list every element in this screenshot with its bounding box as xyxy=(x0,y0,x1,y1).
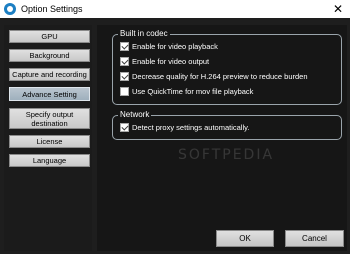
h264-preview-label: Decrease quality for H.264 preview to re… xyxy=(132,72,308,81)
ok-button[interactable]: OK xyxy=(216,230,274,247)
codec-group-title: Built in codec xyxy=(118,29,170,38)
network-group-title: Network xyxy=(118,110,152,119)
sidebar-item-license[interactable]: License xyxy=(9,135,90,148)
quicktime-checkbox[interactable] xyxy=(120,87,129,96)
quicktime-option[interactable]: Use QuickTime for mov file playback xyxy=(120,86,253,97)
title-bar: Option Settings ✕ xyxy=(0,0,350,18)
window-title: Option Settings xyxy=(21,4,83,14)
settings-panel: Built in codec Enable for video playback… xyxy=(97,25,347,251)
h264-preview-checkbox[interactable] xyxy=(120,72,129,81)
proxy-option[interactable]: Detect proxy settings automatically. xyxy=(120,122,249,133)
video-playback-checkbox[interactable] xyxy=(120,42,129,51)
watermark: SOFTPEDIA xyxy=(178,147,275,163)
sidebar-item-background[interactable]: Background xyxy=(9,49,90,62)
network-group: Network Detect proxy settings automatica… xyxy=(112,110,342,140)
quicktime-label: Use QuickTime for mov file playback xyxy=(132,87,254,96)
video-output-checkbox[interactable] xyxy=(120,57,129,66)
sidebar-item-capture-and-recording[interactable]: Capture and recording xyxy=(9,68,90,81)
video-output-label: Enable for video output xyxy=(132,57,210,66)
sidebar-item-output-destination[interactable]: Specify output destination xyxy=(9,108,90,129)
sidebar: GPU Background Capture and recording Adv… xyxy=(4,25,92,251)
h264-preview-option[interactable]: Decrease quality for H.264 preview to re… xyxy=(120,71,308,82)
cancel-button[interactable]: Cancel xyxy=(285,230,344,247)
codec-group: Built in codec Enable for video playback… xyxy=(112,29,342,105)
app-icon xyxy=(4,3,16,15)
proxy-checkbox[interactable] xyxy=(120,123,129,132)
video-playback-option[interactable]: Enable for video playback xyxy=(120,41,218,52)
sidebar-item-advance-setting[interactable]: Advance Setting xyxy=(9,87,90,101)
sidebar-item-language[interactable]: Language xyxy=(9,154,90,167)
proxy-label: Detect proxy settings automatically. xyxy=(132,123,250,132)
sidebar-item-gpu[interactable]: GPU xyxy=(9,30,90,43)
video-output-option[interactable]: Enable for video output xyxy=(120,56,209,67)
close-button[interactable]: ✕ xyxy=(326,0,350,18)
video-playback-label: Enable for video playback xyxy=(132,42,218,51)
